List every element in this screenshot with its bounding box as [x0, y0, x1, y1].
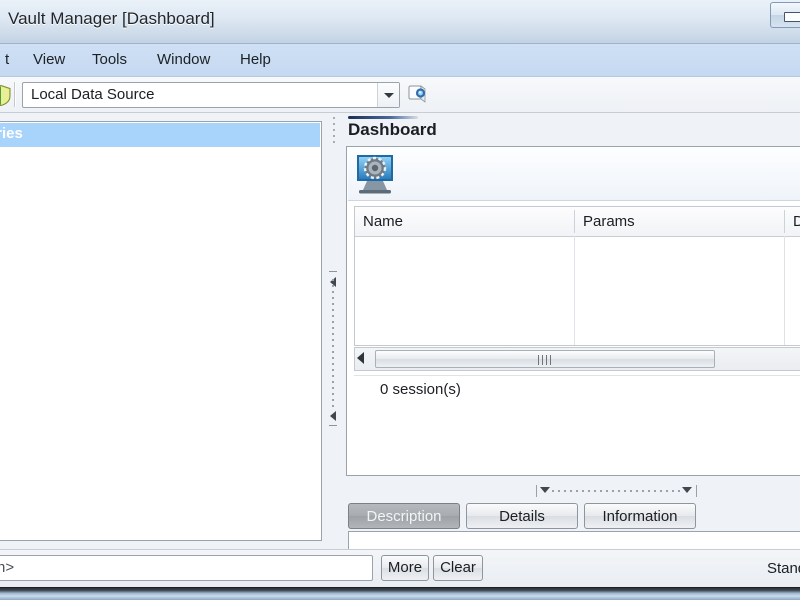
column-header-description[interactable]: Des: [785, 207, 800, 236]
collapse-down-arrow-icon[interactable]: [540, 487, 550, 493]
column-header-name[interactable]: Name: [355, 207, 575, 236]
refresh-connection-icon[interactable]: [408, 84, 428, 104]
grid-column-line-2: [784, 236, 785, 345]
application-window: Vault Manager [Dashboard] t View Tools W…: [0, 0, 800, 600]
page-title: Dashboard: [348, 120, 437, 139]
clear-button[interactable]: Clear: [433, 555, 483, 581]
taskbar-strip: [0, 587, 800, 600]
sessions-icon-bar: [348, 148, 800, 201]
tab-information[interactable]: Information: [584, 503, 696, 529]
grid-column-line: [574, 236, 575, 345]
horizontal-splitter-grip: [552, 490, 680, 492]
footer-bar: h> More Clear Standard E: [0, 549, 800, 587]
toolbar-separator: [14, 82, 15, 107]
splitter-end-bar: [536, 485, 537, 497]
tree-item-label: ntries: [0, 125, 23, 142]
menu-item-label: Tools: [92, 51, 128, 68]
menu-item-label: t: [5, 51, 10, 68]
window-controls: [768, 2, 800, 28]
menu-item-label: View: [33, 51, 66, 68]
dashboard-panel: Dashboard Name Params D 0 session(s) Des…: [333, 113, 800, 600]
column-header-params[interactable]: Params: [575, 207, 785, 236]
scroll-left-arrow-icon[interactable]: [357, 352, 364, 364]
tab-label: Description: [366, 508, 442, 525]
menu-item-edit[interactable]: t: [0, 49, 18, 71]
computer-gear-icon: [357, 155, 393, 194]
toolbar: Local Data Source: [0, 77, 800, 113]
sessions-grid[interactable]: Name Params Des: [354, 206, 800, 346]
splitter-tick: [329, 271, 337, 272]
minimize-icon: [784, 12, 800, 22]
combobox-dropdown-button[interactable]: [377, 83, 399, 107]
search-placeholder: h>: [0, 559, 15, 576]
sessions-status-line: 0 session(s): [354, 375, 800, 406]
shield-icon[interactable]: [0, 85, 11, 106]
splitter-end-bar-2: [696, 485, 697, 497]
tab-label: Details: [499, 508, 545, 525]
more-button[interactable]: More: [381, 555, 429, 581]
sessions-container: Name Params Des: [346, 146, 800, 476]
menu-item-label: Window: [157, 51, 211, 68]
search-input[interactable]: h>: [0, 555, 373, 581]
scrollbar-grip-icon: [538, 355, 552, 365]
sessions-grid-header: Name Params Des: [355, 207, 800, 237]
menu-item-view[interactable]: View: [24, 49, 74, 71]
more-button-label: More: [387, 559, 423, 576]
collapse-left-arrow-icon-2[interactable]: [330, 411, 336, 421]
dashboard-header-grip: [333, 117, 335, 143]
status-bar-right-label: Standard E: [766, 560, 800, 577]
vertical-splitter[interactable]: [326, 119, 340, 543]
menu-bar: t View Tools Window Help: [0, 44, 800, 77]
title-bar: Vault Manager [Dashboard]: [0, 0, 800, 44]
menu-item-help[interactable]: Help: [231, 49, 280, 71]
data-source-combobox[interactable]: Local Data Source: [22, 82, 400, 108]
detail-tabstrip: Description Details Information: [348, 503, 800, 529]
scrollbar-thumb[interactable]: [375, 350, 715, 368]
menu-item-window[interactable]: Window: [148, 49, 219, 71]
splitter-grip: [332, 279, 334, 407]
clear-button-label: Clear: [440, 559, 476, 576]
minimize-button[interactable]: [770, 2, 800, 28]
splitter-tick-2: [329, 425, 337, 426]
menu-item-label: Help: [240, 51, 271, 68]
collapse-down-arrow-icon-2[interactable]: [682, 487, 692, 493]
workspace: ntries Dashboard: [0, 113, 800, 600]
dashboard-accent-bar: [348, 116, 418, 119]
tab-description[interactable]: Description: [348, 503, 460, 529]
menu-item-tools[interactable]: Tools: [83, 49, 136, 71]
horizontal-splitter[interactable]: [530, 483, 702, 499]
tab-details[interactable]: Details: [466, 503, 578, 529]
chevron-down-icon: [384, 93, 394, 98]
tree-item-entries[interactable]: ntries: [0, 123, 320, 147]
tab-label: Information: [602, 508, 678, 525]
window-title: Vault Manager [Dashboard]: [8, 9, 215, 28]
session-count-label: 0 session(s): [380, 381, 461, 398]
entries-tree-panel[interactable]: ntries: [0, 121, 322, 541]
grid-horizontal-scrollbar[interactable]: [354, 347, 800, 371]
data-source-value: Local Data Source: [31, 86, 155, 103]
